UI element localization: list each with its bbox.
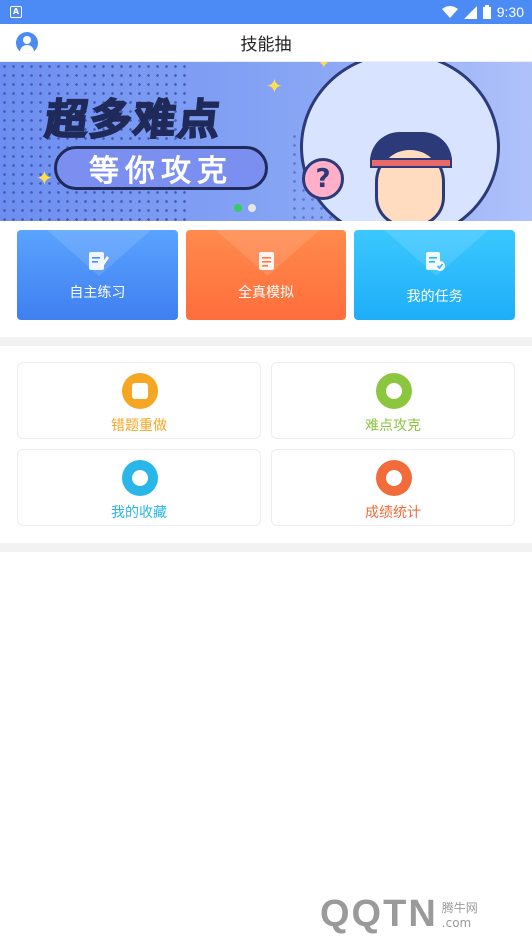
watermark-logo: QQTN: [320, 893, 438, 935]
pie-chart-icon: [376, 460, 412, 496]
sparkle-icon: ✦: [36, 166, 53, 190]
banner-headline: 超多难点: [42, 94, 225, 145]
quick-actions: 自主练习 全真模拟 我的任务: [17, 230, 516, 320]
my-tasks-label: 我的任务: [406, 289, 463, 305]
carousel-dot-active: [234, 204, 242, 212]
watermark-site-name: 腾牛网: [441, 901, 478, 915]
banner-carousel-indicator: [234, 204, 256, 212]
status-bar: A 9:30: [0, 0, 532, 24]
wrong-answer-redo-tile[interactable]: 错题重做: [17, 362, 261, 439]
edit-note-icon: [89, 252, 109, 270]
self-practice-label: 自主练习: [69, 285, 126, 301]
feature-grid: 错题重做 难点攻克 我的收藏 成绩统计: [17, 362, 515, 526]
sparkle-icon: ✦: [266, 74, 283, 98]
battery-icon: [482, 5, 491, 19]
section-divider: [0, 337, 532, 346]
difficult-points-tile[interactable]: 难点攻克: [271, 362, 515, 439]
difficult-points-label: 难点攻克: [365, 418, 421, 434]
scroll-document-icon: [258, 252, 274, 270]
sparkle-icon: ✦: [318, 62, 330, 72]
score-statistics-tile[interactable]: 成绩统计: [271, 449, 515, 526]
character-headband: [370, 158, 452, 168]
my-favorites-tile[interactable]: 我的收藏: [17, 449, 261, 526]
banner-subline: 等你攻克: [54, 146, 268, 190]
star-favorite-icon: [122, 460, 158, 496]
wifi-icon: [441, 6, 458, 18]
self-practice-card[interactable]: 自主练习: [17, 230, 178, 320]
mock-exam-card[interactable]: 全真模拟: [185, 230, 347, 320]
signal-icon: [463, 5, 477, 19]
question-icon: [376, 373, 412, 409]
site-watermark: QQTN 腾牛网 .com: [320, 893, 478, 936]
my-favorites-label: 我的收藏: [111, 505, 167, 521]
app-header: 技能抽: [0, 24, 532, 62]
my-tasks-card[interactable]: 我的任务: [354, 230, 516, 320]
promo-banner[interactable]: ? ✦ ✦ ✦ 超多难点 等你攻克: [0, 62, 532, 221]
notification-app-icon: A: [10, 6, 22, 18]
watermark-domain: .com: [441, 916, 472, 930]
profile-avatar-icon[interactable]: [16, 32, 38, 54]
status-time: 9:30: [496, 4, 524, 20]
carousel-dot: [248, 204, 256, 212]
page-title: 技能抽: [240, 35, 292, 55]
task-check-icon: [426, 252, 446, 271]
question-bubble-icon: ?: [302, 158, 344, 200]
wrong-answer-redo-label: 错题重做: [111, 418, 167, 434]
score-statistics-label: 成绩统计: [365, 505, 421, 521]
section-divider: [0, 543, 532, 552]
mock-exam-label: 全真模拟: [238, 285, 294, 301]
wrong-answer-icon: [122, 373, 158, 409]
